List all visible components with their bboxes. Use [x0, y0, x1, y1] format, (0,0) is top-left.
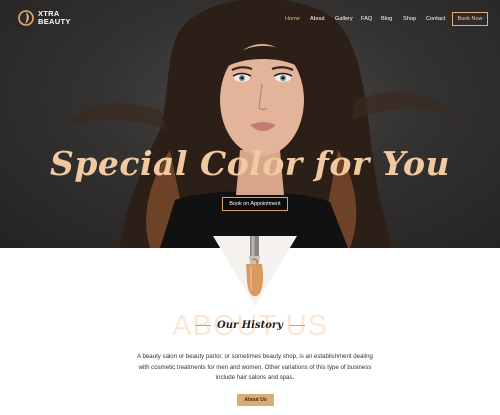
- main-navigation: Home About Gallery FAQ Blog Shop Contact: [0, 15, 500, 25]
- nav-item-blog[interactable]: Blog: [381, 15, 392, 23]
- nav-item-about[interactable]: About: [310, 15, 325, 23]
- about-heading: Our History: [217, 319, 283, 331]
- about-heading-group: Our History: [0, 318, 500, 332]
- book-appointment-button[interactable]: Book on Appointment: [222, 197, 288, 211]
- heading-rule-right: [288, 324, 305, 326]
- hero-title: Special Color for You: [50, 144, 450, 183]
- lipstick-triangle-image: [213, 236, 297, 306]
- heading-rule-left: [195, 324, 211, 326]
- nav-item-gallery[interactable]: Gallery: [335, 15, 353, 23]
- about-us-button[interactable]: About Us: [237, 394, 274, 406]
- nav-item-shop[interactable]: Shop: [403, 15, 416, 23]
- nav-item-contact[interactable]: Contact: [426, 15, 445, 23]
- nav-item-faq[interactable]: FAQ: [361, 15, 372, 23]
- about-description: A beauty salon or beauty parlor, or some…: [137, 353, 373, 381]
- book-now-button[interactable]: Book Now: [452, 12, 488, 26]
- hero-section: XTRA BEAUTY Home About Gallery FAQ Blog …: [0, 0, 500, 248]
- nav-item-home[interactable]: Home: [285, 15, 300, 23]
